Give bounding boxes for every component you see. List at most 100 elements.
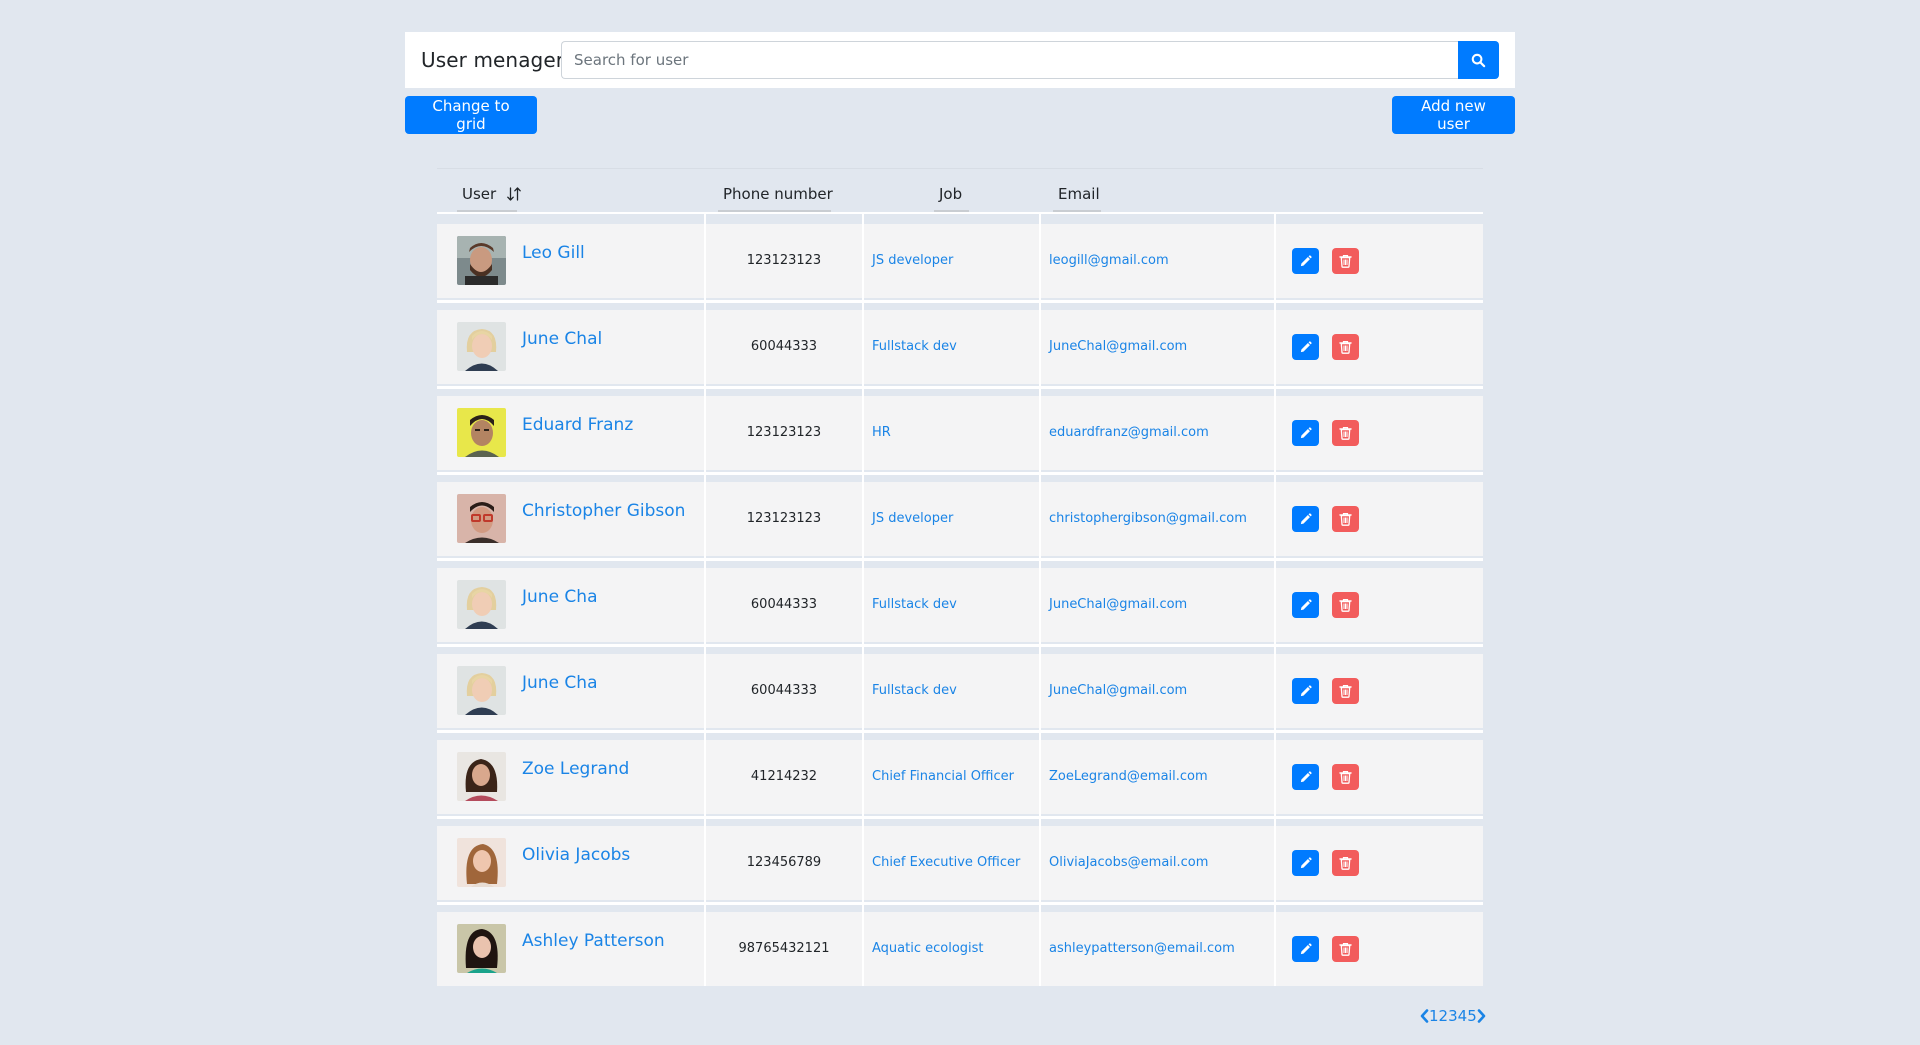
trash-icon <box>1339 857 1352 870</box>
job-link[interactable]: JS developer <box>872 511 953 526</box>
email-link[interactable]: eduardfranz@gmail.com <box>1049 425 1209 440</box>
job-link[interactable]: Chief Financial Officer <box>872 769 1014 784</box>
add-new-user-button[interactable]: Add new user <box>1392 96 1515 134</box>
search-input[interactable] <box>561 41 1463 79</box>
edit-user-button[interactable] <box>1292 420 1319 446</box>
trash-icon <box>1339 771 1352 784</box>
phone-number: 123456789 <box>746 855 822 870</box>
phone-number: 60044333 <box>750 597 818 612</box>
job-link[interactable]: Aquatic ecologist <box>872 941 984 956</box>
user-name-link[interactable]: Leo Gill <box>522 243 585 263</box>
avatar <box>457 666 506 715</box>
delete-user-button[interactable] <box>1332 936 1359 962</box>
edit-user-button[interactable] <box>1292 764 1319 790</box>
email-link[interactable]: OliviaJacobs@email.com <box>1049 855 1208 870</box>
delete-user-button[interactable] <box>1332 506 1359 532</box>
pencil-icon <box>1300 426 1312 438</box>
chevron-left-icon[interactable] <box>1419 1008 1429 1024</box>
user-name-link[interactable]: June Cha <box>522 587 598 607</box>
avatar <box>457 752 506 801</box>
pagination: 1 2 3 4 5 <box>1419 1006 1487 1026</box>
pencil-icon <box>1300 340 1312 352</box>
column-divider <box>1274 814 1276 900</box>
page-5[interactable]: 5 <box>1467 1007 1477 1025</box>
table-row: June Chal 60044333 Fullstack dev JuneChal@g… <box>437 298 1483 384</box>
delete-user-button[interactable] <box>1332 850 1359 876</box>
edit-user-button[interactable] <box>1292 334 1319 360</box>
phone-number: 123123123 <box>746 511 822 526</box>
column-header-user[interactable]: User <box>462 185 496 203</box>
page-4[interactable]: 4 <box>1458 1007 1468 1025</box>
row-separator <box>437 902 1483 905</box>
user-name-link[interactable]: Christopher Gibson <box>522 501 685 521</box>
edit-user-button[interactable] <box>1292 592 1319 618</box>
edit-user-button[interactable] <box>1292 506 1319 532</box>
search-icon <box>1471 53 1486 67</box>
column-divider <box>1274 384 1276 470</box>
page-2[interactable]: 2 <box>1439 1007 1449 1025</box>
email-link[interactable]: JuneChal@gmail.com <box>1049 683 1187 698</box>
delete-user-button[interactable] <box>1332 248 1359 274</box>
user-name-link[interactable]: Olivia Jacobs <box>522 845 630 865</box>
user-name-link[interactable]: June Cha <box>522 673 598 693</box>
edit-user-button[interactable] <box>1292 850 1319 876</box>
email-link[interactable]: leogill@gmail.com <box>1049 253 1169 268</box>
avatar <box>457 838 506 887</box>
column-header-job: Job <box>939 185 963 203</box>
job-link[interactable]: HR <box>872 425 891 440</box>
job-link[interactable]: JS developer <box>872 253 953 268</box>
user-name-link[interactable]: Zoe Legrand <box>522 759 629 779</box>
trash-icon <box>1339 427 1352 440</box>
avatar <box>457 322 506 371</box>
delete-user-button[interactable] <box>1332 420 1359 446</box>
search-button[interactable] <box>1458 41 1499 79</box>
table-row: June Cha 60044333 Fullstack dev JuneChal@gm… <box>437 556 1483 642</box>
row-separator <box>437 644 1483 647</box>
page-1[interactable]: 1 <box>1429 1007 1439 1025</box>
email-link[interactable]: JuneChal@gmail.com <box>1049 339 1187 354</box>
job-link[interactable]: Chief Executive Officer <box>872 855 1020 870</box>
column-divider <box>1039 642 1041 728</box>
column-divider <box>1039 470 1041 556</box>
email-link[interactable]: ashleypatterson@email.com <box>1049 941 1235 956</box>
job-link[interactable]: Fullstack dev <box>872 597 957 612</box>
pencil-icon <box>1300 856 1312 868</box>
trash-icon <box>1339 341 1352 354</box>
email-link[interactable]: JuneChal@gmail.com <box>1049 597 1187 612</box>
edit-user-button[interactable] <box>1292 678 1319 704</box>
delete-user-button[interactable] <box>1332 592 1359 618</box>
avatar <box>457 924 506 973</box>
change-to-grid-button[interactable]: Change to grid <box>405 96 537 134</box>
user-name-link[interactable]: Eduard Franz <box>522 415 633 435</box>
chevron-right-icon[interactable] <box>1477 1008 1487 1024</box>
column-divider <box>1039 728 1041 814</box>
user-name-link[interactable]: June Chal <box>522 329 602 349</box>
column-header-phone: Phone number <box>723 185 833 203</box>
pencil-icon <box>1300 942 1312 954</box>
table-row: Eduard Franz 123123123 HR eduardfranz@gmail… <box>437 384 1483 470</box>
page-3[interactable]: 3 <box>1448 1007 1458 1025</box>
email-link[interactable]: christophergibson@gmail.com <box>1049 511 1247 526</box>
job-link[interactable]: Fullstack dev <box>872 683 957 698</box>
table-header: User Phone number Job Email <box>437 169 1483 212</box>
edit-user-button[interactable] <box>1292 936 1319 962</box>
delete-user-button[interactable] <box>1332 764 1359 790</box>
header-bar: User menager <box>405 32 1515 88</box>
avatar <box>457 408 506 457</box>
user-name-link[interactable]: Ashley Patterson <box>522 931 665 951</box>
edit-user-button[interactable] <box>1292 248 1319 274</box>
column-divider <box>1274 556 1276 642</box>
trash-icon <box>1339 513 1352 526</box>
table-row: Christopher Gibson 123123123 JS developer c… <box>437 470 1483 556</box>
column-divider <box>1274 298 1276 384</box>
delete-user-button[interactable] <box>1332 334 1359 360</box>
delete-user-button[interactable] <box>1332 678 1359 704</box>
row-separator <box>437 816 1483 819</box>
sort-icon[interactable] <box>506 186 522 202</box>
email-link[interactable]: ZoeLegrand@email.com <box>1049 769 1208 784</box>
phone-number: 123123123 <box>746 253 822 268</box>
column-divider <box>1274 642 1276 728</box>
row-separator <box>437 472 1483 475</box>
job-link[interactable]: Fullstack dev <box>872 339 957 354</box>
pencil-icon <box>1300 512 1312 524</box>
